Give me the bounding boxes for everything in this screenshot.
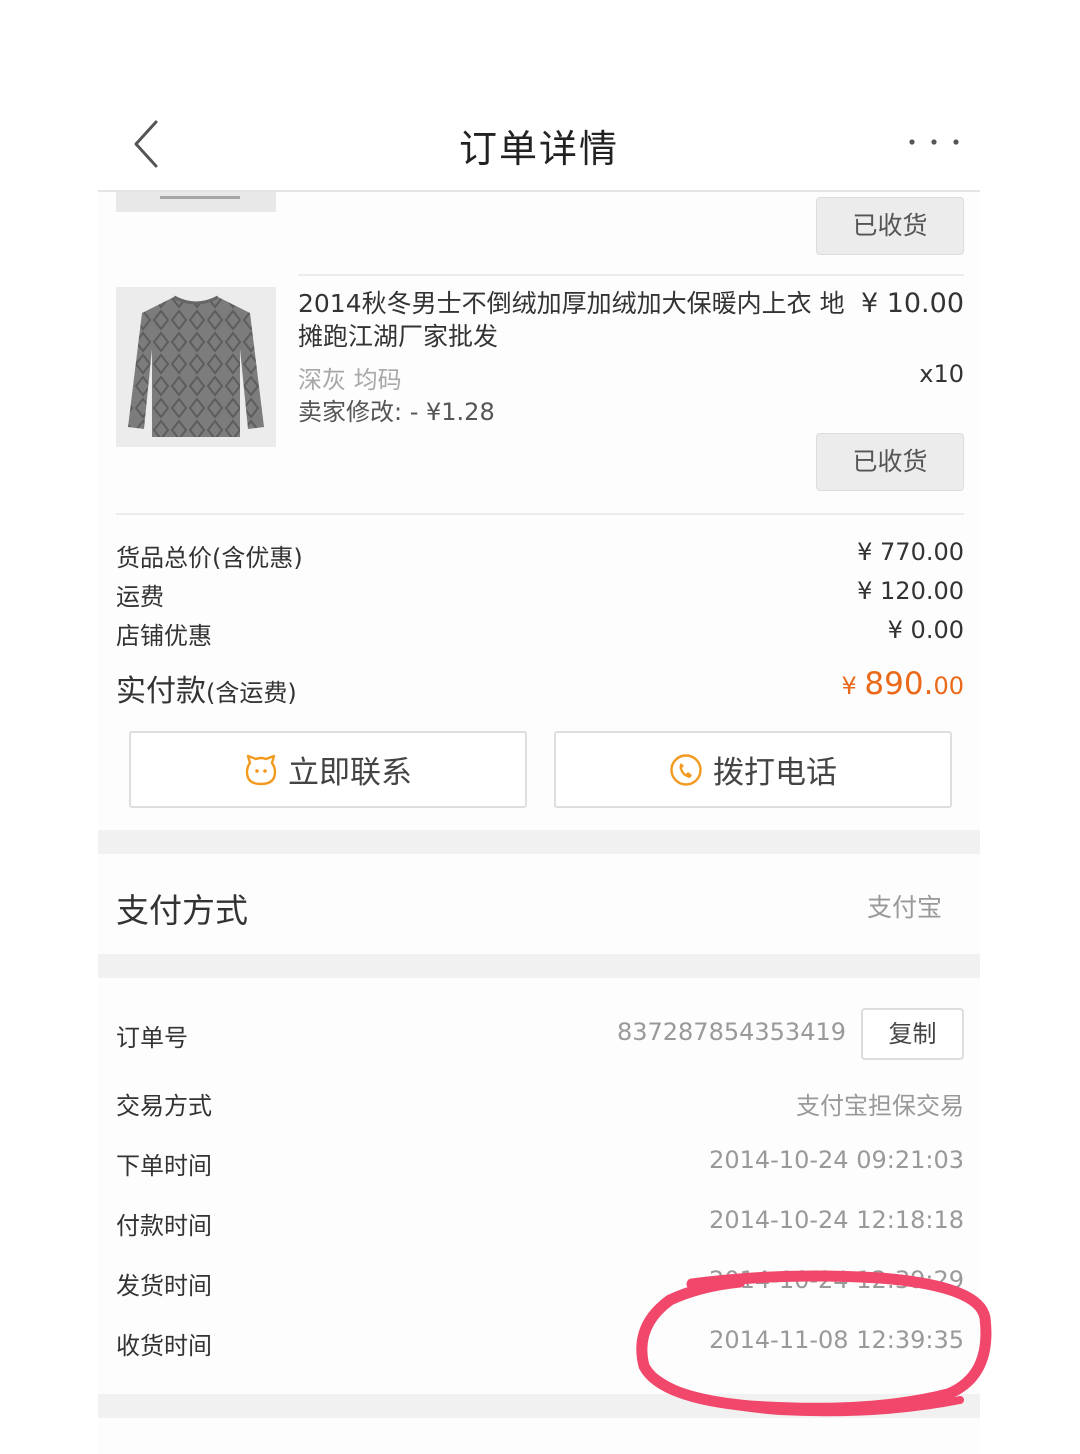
product-title[interactable]: 2014秋冬男士不倒绒加厚加绒加大保暖内上衣 地摊跑江湖厂家批发 bbox=[298, 287, 858, 353]
page-title: 订单详情 bbox=[458, 127, 619, 171]
order-detail-page: 订单详情 已收货 2014秋冬男士不倒绒加厚加绒加大保暖内上衣 地摊跑江湖厂家批… bbox=[0, 0, 1080, 1454]
order-time-value: 2014-10-24 09:21:03 bbox=[709, 1146, 964, 1174]
product-thumbnail[interactable] bbox=[116, 287, 276, 447]
order-number-label: 订单号 bbox=[116, 1024, 188, 1052]
received-status-button[interactable]: 已收货 bbox=[816, 197, 964, 255]
product-quantity: x10 bbox=[919, 360, 964, 388]
order-time-label: 下单时间 bbox=[116, 1152, 212, 1180]
product-spec: 深灰 均码 bbox=[298, 366, 402, 394]
chat-face-icon bbox=[245, 754, 277, 785]
receive-time-value: 2014-11-08 12:39:35 bbox=[709, 1326, 964, 1354]
call-phone-button[interactable]: 拨打电话 bbox=[554, 731, 952, 808]
order-number-value: 837287854353419 bbox=[616, 1018, 846, 1046]
more-dots-icon bbox=[909, 139, 959, 145]
shop-discount-value: ¥ 0.00 bbox=[887, 616, 964, 644]
ship-time-value: 2014-10-24 12:39:29 bbox=[709, 1266, 964, 1294]
section-gap bbox=[98, 830, 980, 854]
shipping-label: 运费 bbox=[116, 583, 164, 611]
phone-icon bbox=[670, 753, 702, 786]
trade-type-label: 交易方式 bbox=[116, 1092, 212, 1120]
amount-paid-value: ¥ 890.00 bbox=[841, 666, 964, 702]
section-gap bbox=[98, 954, 980, 978]
shop-discount-label: 店铺优惠 bbox=[116, 622, 212, 650]
payment-time-label: 付款时间 bbox=[116, 1212, 212, 1240]
payment-time-value: 2014-10-24 12:18:18 bbox=[709, 1206, 964, 1234]
more-button[interactable] bbox=[904, 116, 964, 156]
nav-bar: 订单详情 bbox=[98, 92, 980, 192]
contact-now-label: 立即联系 bbox=[288, 755, 412, 791]
receive-time-label: 收货时间 bbox=[116, 1332, 212, 1360]
divider bbox=[116, 513, 964, 515]
payment-method-value[interactable]: 支付宝 bbox=[867, 888, 942, 924]
seller-price-adjustment: 卖家修改: - ¥1.28 bbox=[298, 398, 495, 426]
contact-now-button[interactable]: 立即联系 bbox=[129, 731, 527, 808]
trade-type-value: 支付宝担保交易 bbox=[796, 1092, 964, 1120]
bottom-panel bbox=[98, 1418, 980, 1454]
call-phone-label: 拨打电话 bbox=[713, 755, 837, 791]
copy-order-number-button[interactable]: 复制 bbox=[861, 1008, 964, 1060]
goods-total-label: 货品总价(含优惠) bbox=[116, 544, 303, 572]
product-price: ¥ 10.00 bbox=[860, 288, 964, 319]
ship-time-label: 发货时间 bbox=[116, 1272, 212, 1300]
payment-method-label: 支付方式 bbox=[116, 891, 248, 930]
goods-total-value: ¥ 770.00 bbox=[857, 538, 964, 566]
amount-paid-label: 实付款(含运费) bbox=[116, 674, 297, 709]
shipping-value: ¥ 120.00 bbox=[857, 577, 964, 605]
product-thumbnail[interactable] bbox=[116, 192, 276, 212]
section-gap bbox=[98, 1394, 980, 1418]
received-status-button[interactable]: 已收货 bbox=[816, 433, 964, 491]
divider bbox=[298, 274, 964, 276]
sweater-image bbox=[116, 287, 276, 447]
